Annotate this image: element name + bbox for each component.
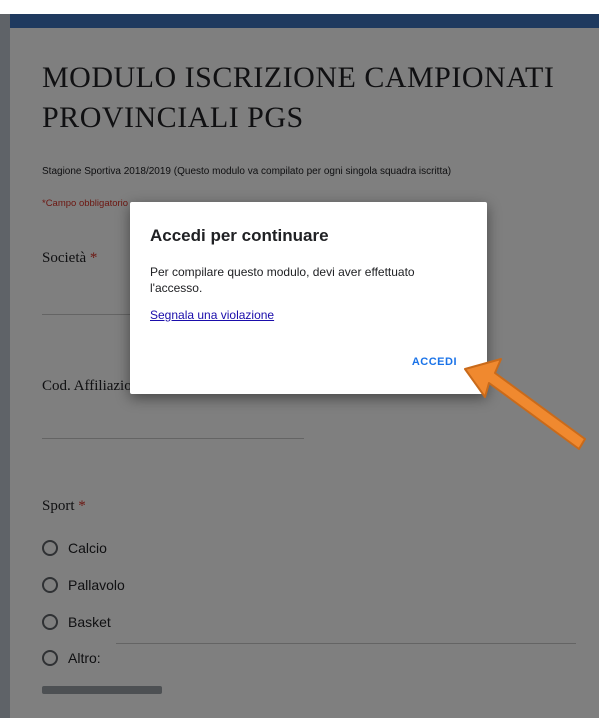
report-abuse-link[interactable]: Segnala una violazione — [150, 308, 274, 322]
dialog-message: Per compilare questo modulo, devi aver e… — [150, 265, 415, 295]
left-accent-bar — [0, 14, 10, 718]
dialog-title: Accedi per continuare — [150, 226, 329, 245]
form-header-bar — [10, 14, 599, 28]
login-dialog: Accedi per continuare Per compilare ques… — [130, 202, 487, 394]
orange-pointer-arrow-icon — [464, 358, 586, 450]
